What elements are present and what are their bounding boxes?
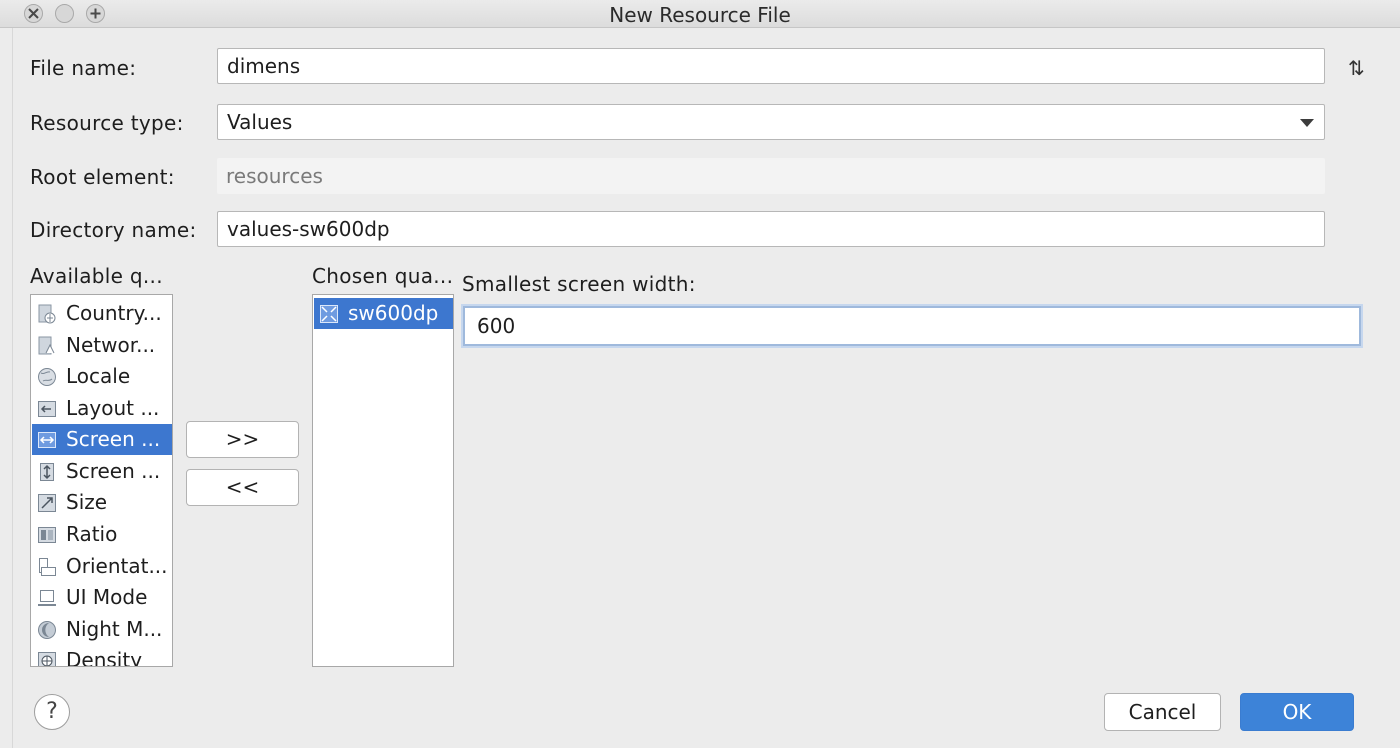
network-icon (38, 336, 55, 355)
file-name-input[interactable]: dimens (217, 48, 1325, 84)
orientation-icon (39, 558, 56, 576)
smallest-width-icon (320, 305, 338, 323)
list-item[interactable]: Ratio (32, 519, 172, 550)
list-item[interactable]: Night M... (32, 614, 172, 645)
window-title: New Resource File (609, 3, 791, 27)
list-item[interactable]: Country... (32, 298, 172, 329)
list-item[interactable]: Density (32, 645, 172, 666)
night-mode-icon (38, 621, 56, 639)
resource-type-select[interactable]: Values (217, 104, 1325, 140)
list-item[interactable]: Size (32, 487, 172, 518)
list-item[interactable]: UI Mode (32, 582, 172, 613)
smallest-screen-width-label: Smallest screen width: (462, 272, 696, 296)
dropdown-arrow-icon (1300, 119, 1314, 127)
list-item-selected[interactable]: sw600dp (314, 298, 453, 329)
layout-direction-icon (38, 401, 56, 417)
directory-name-label: Directory name: (30, 218, 197, 242)
root-element-input: resources (217, 158, 1325, 194)
ui-mode-icon (38, 590, 56, 606)
ok-button[interactable]: OK (1240, 693, 1354, 731)
globe-icon (38, 368, 56, 386)
smallest-screen-width-input[interactable]: 600 (463, 306, 1361, 346)
remove-qualifier-button[interactable]: << (186, 469, 299, 506)
sort-order-icon[interactable]: ⇅ (1348, 56, 1365, 80)
directory-name-input[interactable]: values-sw600dp (217, 211, 1325, 247)
list-item[interactable]: Layout ... (32, 393, 172, 424)
list-item[interactable]: Screen ... (32, 456, 172, 487)
list-item-selected[interactable]: Screen ... (32, 424, 172, 455)
available-qualifiers-label: Available q... (30, 264, 163, 288)
chosen-qualifiers-label: Chosen qua... (312, 264, 454, 288)
list-item[interactable]: Locale (32, 361, 172, 392)
add-qualifier-button[interactable]: >> (186, 421, 299, 458)
title-bar: New Resource File (0, 0, 1400, 28)
screen-width-icon (38, 432, 56, 448)
screen-height-icon (40, 463, 54, 481)
density-icon (38, 652, 56, 666)
list-item[interactable]: Networ... (32, 330, 172, 361)
root-element-label: Root element: (30, 165, 175, 189)
ratio-icon (38, 527, 56, 543)
country-icon (38, 304, 56, 324)
list-item[interactable]: Orientat... (32, 551, 172, 582)
chosen-qualifiers-list[interactable]: sw600dp (312, 294, 454, 667)
resource-type-value: Values (227, 110, 293, 134)
resource-type-label: Resource type: (30, 111, 184, 135)
cancel-button[interactable]: Cancel (1104, 693, 1221, 731)
available-qualifiers-list[interactable]: Country... Networ... Locale Layout ... S… (30, 294, 173, 667)
file-name-label: File name: (30, 56, 137, 80)
size-icon (38, 494, 56, 512)
help-button[interactable]: ? (34, 694, 70, 730)
